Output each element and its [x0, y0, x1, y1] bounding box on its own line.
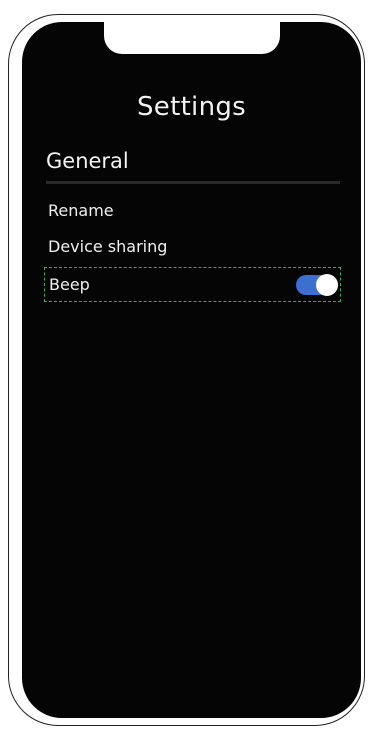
beep-toggle[interactable]	[296, 274, 338, 296]
toggle-knob	[316, 274, 338, 296]
beep-label: Beep	[49, 275, 90, 294]
settings-item-device-sharing[interactable]: Device sharing	[48, 237, 167, 256]
section-divider	[46, 181, 340, 184]
phone-screen: Settings General Rename Device sharing B…	[22, 22, 361, 718]
settings-item-rename[interactable]: Rename	[48, 201, 114, 220]
page-title: Settings	[136, 92, 247, 122]
section-header-general: General	[46, 149, 129, 173]
settings-item-beep[interactable]: Beep	[44, 267, 341, 302]
phone-notch	[104, 22, 280, 54]
